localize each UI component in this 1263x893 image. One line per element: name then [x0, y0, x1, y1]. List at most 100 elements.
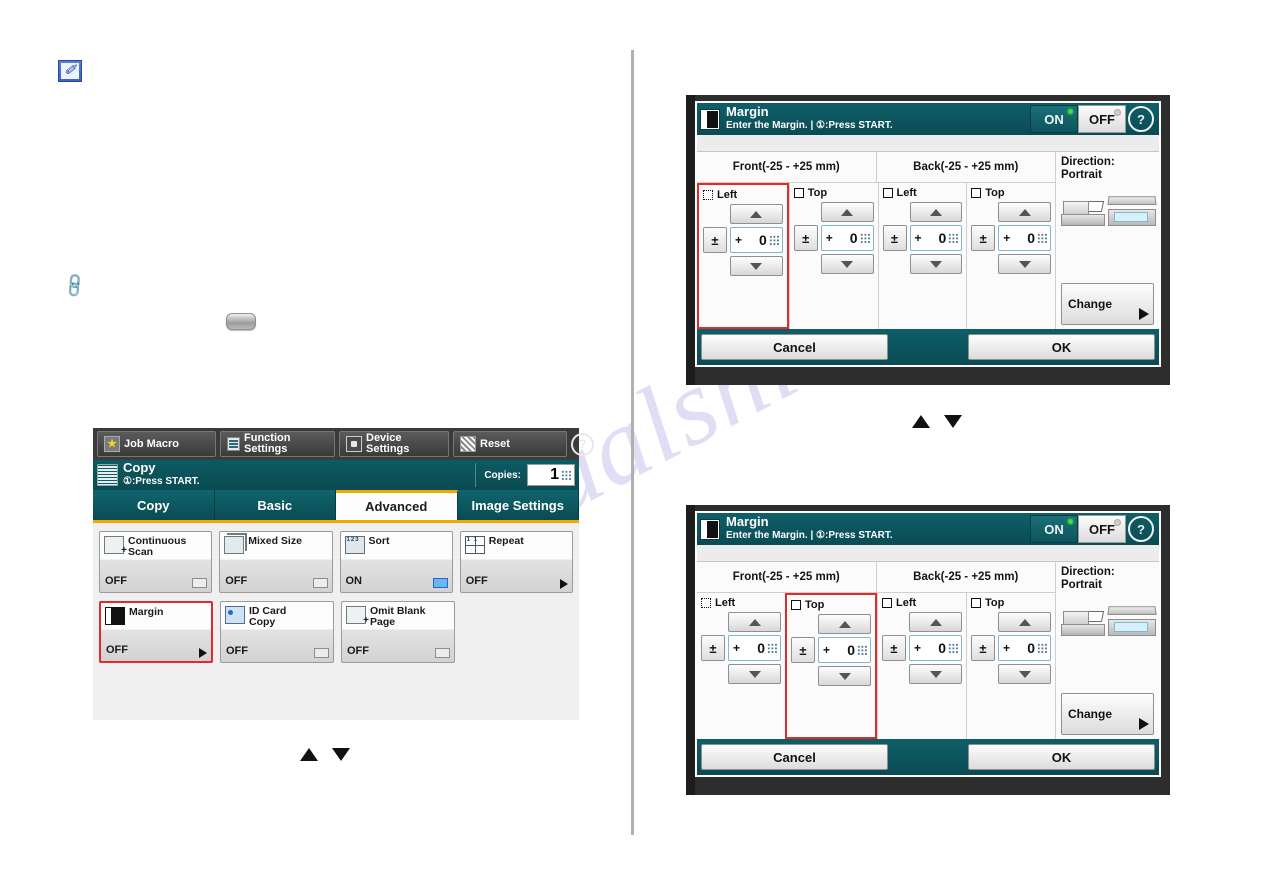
- toolbar-button-function-settings[interactable]: Function Settings: [220, 431, 335, 457]
- sign-toggle-button[interactable]: ±: [971, 635, 995, 661]
- plus-minus-icon: ±: [799, 642, 807, 658]
- checkbox-front-left[interactable]: Left: [703, 189, 783, 201]
- value-field-back-left[interactable]: + 0: [909, 635, 962, 661]
- checkbox-back-top[interactable]: Top: [971, 187, 1051, 199]
- margin-help-button[interactable]: ?: [1126, 106, 1156, 132]
- sign-toggle-button[interactable]: ±: [882, 225, 907, 251]
- copies-input[interactable]: 1: [527, 464, 575, 486]
- toolbar-button-reset[interactable]: Reset: [453, 431, 567, 457]
- tile-mixed-size[interactable]: Mixed Size OFF: [219, 531, 333, 593]
- help-icon: ?: [1128, 516, 1154, 542]
- arrow-down-icon[interactable]: [332, 748, 350, 761]
- sign-toggle-button[interactable]: ±: [703, 227, 727, 253]
- copy-title-text: Copy ①:Press START.: [123, 461, 200, 488]
- arrow-down-icon[interactable]: [944, 415, 962, 428]
- tile-continuous-scan[interactable]: Continuous Scan OFF: [99, 531, 213, 593]
- increment-button[interactable]: [998, 612, 1051, 632]
- stepper-front-top: ± + 0: [793, 202, 874, 274]
- increment-button[interactable]: [909, 612, 962, 632]
- tab-advanced[interactable]: Advanced: [336, 490, 458, 520]
- page-root: manualshive.com ✐ 🔗 ★ Job Macro Function…: [0, 0, 1263, 893]
- margin-column-front-top[interactable]: Top ± + 0: [788, 183, 878, 329]
- decrement-button[interactable]: [998, 254, 1051, 274]
- checkbox-front-top[interactable]: Top: [791, 599, 871, 611]
- front-header: Front(-25 - +25 mm): [732, 571, 840, 583]
- margin-column-back-left[interactable]: Left ± + 0: [877, 593, 966, 739]
- sign-toggle-button[interactable]: ±: [701, 635, 725, 661]
- plus-minus-icon: ±: [890, 230, 899, 246]
- change-button[interactable]: Change: [1061, 283, 1154, 325]
- toggle-on-button[interactable]: ON: [1030, 105, 1078, 133]
- scanner-illustrations: [1061, 196, 1157, 226]
- increment-button[interactable]: [730, 204, 783, 224]
- margin-column-back-left[interactable]: Left ± + 0: [877, 183, 967, 329]
- margin-subbar: [697, 135, 1159, 152]
- toggle-off-label: OFF: [1089, 111, 1115, 127]
- sign-toggle-button[interactable]: ±: [882, 635, 906, 661]
- checkbox-back-left[interactable]: Left: [882, 597, 962, 609]
- value-field-front-left[interactable]: + 0: [730, 227, 783, 253]
- toggle-on-button[interactable]: ON: [1030, 515, 1078, 543]
- value-field-back-top[interactable]: + 0: [998, 225, 1051, 251]
- tile-label-sort: Sort: [368, 535, 390, 547]
- value-field-back-left[interactable]: + 0: [909, 225, 963, 251]
- toolbar-button-job-macro[interactable]: ★ Job Macro: [97, 431, 216, 457]
- checkbox-front-top[interactable]: Top: [793, 187, 874, 199]
- margin-column-back-top[interactable]: Top ± + 0: [966, 183, 1055, 329]
- increment-button[interactable]: [820, 202, 874, 222]
- decrement-button[interactable]: [818, 666, 871, 686]
- checkbox-icon: [701, 598, 711, 608]
- tile-sort[interactable]: 123 Sort ON: [339, 531, 453, 593]
- tile-omit-blank-page[interactable]: Omit Blank Page OFF: [341, 601, 455, 663]
- column-divider: [631, 50, 634, 835]
- value-sign: +: [825, 231, 833, 245]
- decrement-button[interactable]: [730, 256, 783, 276]
- sign-toggle-button[interactable]: ±: [793, 225, 818, 251]
- tab-image-settings[interactable]: Image Settings: [457, 490, 579, 520]
- ok-button[interactable]: OK: [968, 744, 1155, 770]
- decrement-button[interactable]: [909, 254, 963, 274]
- cancel-button[interactable]: Cancel: [701, 334, 888, 360]
- increment-button[interactable]: [728, 612, 781, 632]
- tab-copy[interactable]: Copy: [93, 490, 215, 520]
- decrement-button[interactable]: [909, 664, 962, 684]
- checkbox-front-left[interactable]: Left: [701, 597, 781, 609]
- change-button[interactable]: Change: [1061, 693, 1154, 735]
- arrow-up-icon[interactable]: [300, 748, 318, 761]
- arrow-down-icon: [929, 260, 942, 268]
- checkbox-back-left[interactable]: Left: [882, 187, 963, 199]
- margin-help-button[interactable]: ?: [1126, 516, 1156, 542]
- tile-repeat[interactable]: 1 1 Repeat OFF: [459, 531, 573, 593]
- ok-button[interactable]: OK: [968, 334, 1155, 360]
- decrement-button[interactable]: [820, 254, 874, 274]
- decrement-button[interactable]: [728, 664, 781, 684]
- increment-button[interactable]: [909, 202, 963, 222]
- tile-id-card-copy[interactable]: ID Card Copy OFF: [220, 601, 334, 663]
- toggle-off-button[interactable]: OFF: [1078, 105, 1126, 133]
- arrow-up-icon[interactable]: [912, 415, 930, 428]
- value-field-back-top[interactable]: + 0: [998, 635, 1051, 661]
- margin-column-front-left[interactable]: Left ± + 0: [697, 183, 789, 329]
- value-field-front-left[interactable]: + 0: [728, 635, 781, 661]
- increment-button[interactable]: [998, 202, 1051, 222]
- checkbox-back-top[interactable]: Top: [971, 597, 1051, 609]
- tile-margin[interactable]: Margin OFF: [99, 601, 213, 663]
- keypad-icon: [768, 234, 780, 246]
- value-field-front-top[interactable]: + 0: [820, 225, 874, 251]
- toggle-off-button[interactable]: OFF: [1078, 515, 1126, 543]
- sign-toggle-button[interactable]: ±: [971, 225, 996, 251]
- tile-indicator-checkbox: [314, 648, 329, 658]
- increment-button[interactable]: [818, 614, 871, 634]
- tab-basic[interactable]: Basic: [214, 490, 336, 520]
- margin-column-front-top[interactable]: Top ± + 0: [785, 593, 877, 739]
- value-field-front-top[interactable]: + 0: [818, 637, 871, 663]
- sign-toggle-button[interactable]: ±: [791, 637, 815, 663]
- dialog-bezel: [686, 505, 695, 795]
- margin-column-back-top[interactable]: Top ± + 0: [966, 593, 1055, 739]
- margin-column-front-left[interactable]: Left ± + 0: [697, 593, 785, 739]
- tile-value-mixed-size: OFF: [225, 575, 248, 587]
- cancel-button[interactable]: Cancel: [701, 744, 888, 770]
- toolbar-button-device-settings[interactable]: Device Settings: [339, 431, 449, 457]
- copy-help-button[interactable]: ?: [571, 431, 594, 457]
- decrement-button[interactable]: [998, 664, 1051, 684]
